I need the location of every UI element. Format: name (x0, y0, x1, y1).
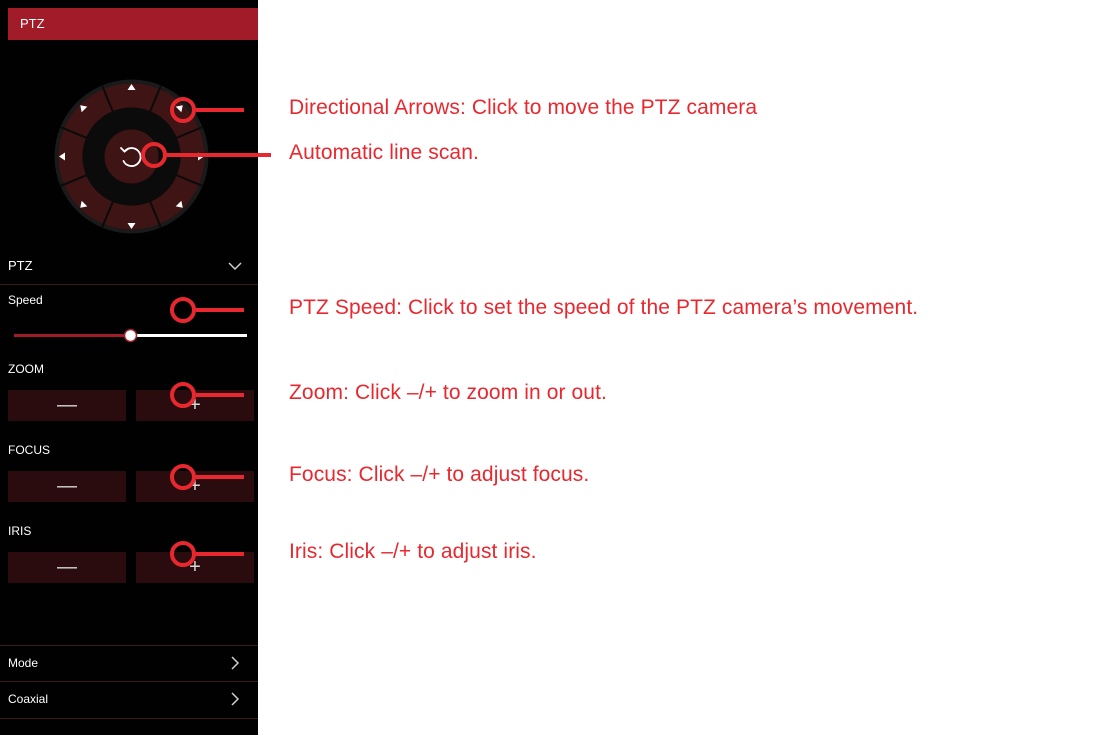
callout-leader (196, 108, 244, 112)
iris-section: IRIS (0, 524, 258, 542)
callout-leader (196, 308, 244, 312)
callout-leader (196, 475, 244, 479)
focus-section: FOCUS (0, 443, 258, 461)
divider (0, 284, 258, 285)
chevron-right-icon (231, 656, 240, 670)
chevron-right-icon (231, 692, 240, 706)
callout-ring (170, 297, 196, 323)
divider (0, 718, 258, 719)
callout-ring (170, 97, 196, 123)
callout-scan-text: Automatic line scan. (289, 141, 479, 164)
zoom-out-button[interactable]: — (8, 390, 126, 421)
coaxial-menu-item[interactable]: Coaxial (0, 682, 258, 718)
focus-minus-button[interactable]: — (8, 471, 126, 502)
focus-label: FOCUS (8, 443, 50, 457)
callout-ring (170, 464, 196, 490)
chevron-down-icon (228, 262, 242, 271)
speed-label: Speed (8, 293, 43, 307)
iris-minus-button[interactable]: — (8, 552, 126, 583)
callout-ring (141, 142, 167, 168)
zoom-section: ZOOM (0, 362, 258, 380)
speed-slider[interactable] (14, 328, 247, 343)
panel-title: PTZ (20, 16, 45, 31)
ptz-dropdown[interactable]: PTZ (0, 252, 258, 284)
zoom-label: ZOOM (8, 362, 44, 376)
callout-focus-text: Focus: Click –/+ to adjust focus. (289, 463, 590, 486)
panel-header: PTZ (8, 8, 258, 40)
callout-leader (196, 552, 244, 556)
coaxial-label: Coaxial (8, 692, 49, 706)
iris-label: IRIS (8, 524, 32, 538)
mode-menu-item[interactable]: Mode (0, 646, 258, 681)
callout-iris-text: Iris: Click –/+ to adjust iris. (289, 540, 537, 563)
speed-slider-thumb[interactable] (123, 328, 138, 343)
callout-zoom-text: Zoom: Click –/+ to zoom in or out. (289, 381, 607, 404)
callout-ring (170, 541, 196, 567)
callout-ring (170, 382, 196, 408)
callout-directional-text: Directional Arrows: Click to move the PT… (289, 96, 758, 119)
callout-leader (196, 393, 244, 397)
callout-speed-text: PTZ Speed: Click to set the speed of the… (289, 296, 919, 319)
zoom-out-label: — (57, 394, 77, 416)
focus-minus-label: — (57, 475, 77, 497)
iris-minus-label: — (57, 556, 77, 578)
callout-leader (167, 153, 271, 157)
ptz-dropdown-label: PTZ (8, 258, 33, 273)
page: PTZ PTZ Speed ZOOM — + FOCUS — + IRIS — … (0, 0, 1097, 735)
mode-label: Mode (8, 656, 39, 670)
